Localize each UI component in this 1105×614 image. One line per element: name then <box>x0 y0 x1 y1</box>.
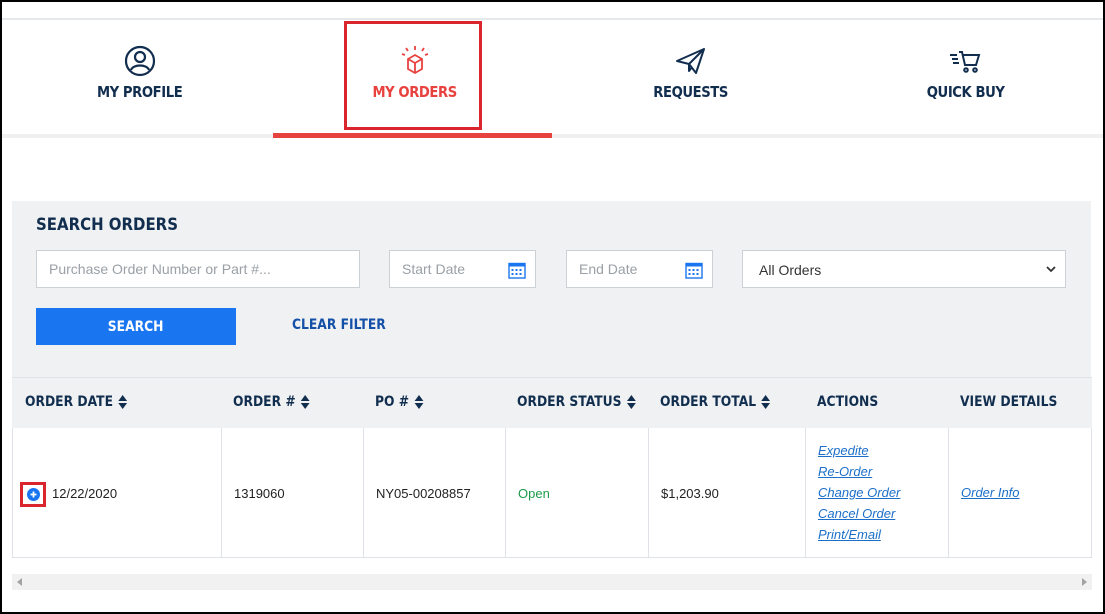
order-status-selected: All Orders <box>759 262 822 278</box>
column-divider <box>221 428 222 557</box>
scroll-left-icon[interactable] <box>17 578 22 586</box>
column-divider <box>363 428 364 557</box>
chevron-down-icon <box>1046 266 1056 273</box>
nav-divider <box>2 134 1103 138</box>
cell-view-details: Order Info <box>961 482 1020 503</box>
expand-row-button[interactable] <box>20 482 46 507</box>
po-search-field <box>36 250 360 288</box>
sort-icon <box>761 395 771 409</box>
column-divider <box>505 428 506 557</box>
sort-icon <box>300 395 310 409</box>
change-order-link[interactable]: Change Order <box>818 482 900 503</box>
col-order-total[interactable]: ORDER TOTAL <box>660 394 771 410</box>
active-tab-underline <box>273 133 552 138</box>
top-band <box>2 2 1103 20</box>
cell-po-number: NY05-00208857 <box>376 486 471 501</box>
column-divider <box>805 428 806 557</box>
user-circle-icon <box>2 44 277 78</box>
col-actions: ACTIONS <box>817 394 879 410</box>
horizontal-scrollbar[interactable] <box>12 574 1092 590</box>
account-nav: MY PROFILE MY ORDERS REQUESTS QUICK BUY <box>2 22 1103 134</box>
cell-order-total: $1,203.90 <box>661 486 719 501</box>
start-date-field <box>389 250 536 288</box>
orders-table-header: ORDER DATE ORDER # PO # ORDER STATUS ORD… <box>12 377 1092 428</box>
cart-icon <box>828 44 1103 78</box>
cancel-order-link[interactable]: Cancel Order <box>818 503 900 524</box>
order-info-link[interactable]: Order Info <box>961 482 1020 503</box>
plus-circle-icon <box>27 488 40 501</box>
po-search-input[interactable] <box>37 251 359 287</box>
paper-plane-icon <box>553 44 828 78</box>
sort-icon <box>414 395 424 409</box>
end-date-field <box>566 250 713 288</box>
order-status-select[interactable]: All Orders <box>742 250 1066 288</box>
table-row: 12/22/2020 1319060 NY05-00208857 Open $1… <box>12 428 1092 558</box>
search-button[interactable]: SEARCH <box>36 308 236 345</box>
cell-order-number: 1319060 <box>234 486 285 501</box>
reorder-link[interactable]: Re-Order <box>818 461 900 482</box>
nav-label: QUICK BUY <box>926 83 1005 101</box>
panel-title: SEARCH ORDERS <box>36 215 178 235</box>
scroll-right-icon[interactable] <box>1082 578 1087 586</box>
expedite-link[interactable]: Expedite <box>818 440 900 461</box>
nav-label: REQUESTS <box>652 83 728 101</box>
sort-icon <box>626 395 636 409</box>
sort-icon <box>118 395 128 409</box>
col-order-number[interactable]: ORDER # <box>233 394 310 410</box>
cell-actions: Expedite Re-Order Change Order Cancel Or… <box>818 440 900 545</box>
nav-my-profile[interactable]: MY PROFILE <box>2 22 277 134</box>
calendar-icon[interactable] <box>685 261 703 279</box>
col-order-status[interactable]: ORDER STATUS <box>517 394 636 410</box>
col-view-details: VIEW DETAILS <box>960 394 1058 410</box>
calendar-icon[interactable] <box>508 261 526 279</box>
column-divider <box>948 428 949 557</box>
cell-order-status: Open <box>518 486 550 501</box>
page: MY PROFILE MY ORDERS REQUESTS QUICK BUY … <box>2 2 1103 612</box>
col-order-date[interactable]: ORDER DATE <box>25 394 128 410</box>
clear-filter-button[interactable]: CLEAR FILTER <box>292 317 386 333</box>
print-email-link[interactable]: Print/Email <box>818 524 900 545</box>
nav-quick-buy[interactable]: QUICK BUY <box>828 22 1103 134</box>
col-po-number[interactable]: PO # <box>375 394 424 410</box>
column-divider <box>648 428 649 557</box>
cell-order-date: 12/22/2020 <box>52 486 118 501</box>
nav-requests[interactable]: REQUESTS <box>553 22 828 134</box>
search-orders-panel: SEARCH ORDERS All Orders SEARCH CLEAR FI… <box>12 201 1091 377</box>
nav-label: MY PROFILE <box>96 83 183 101</box>
active-tab-highlight <box>344 21 482 130</box>
